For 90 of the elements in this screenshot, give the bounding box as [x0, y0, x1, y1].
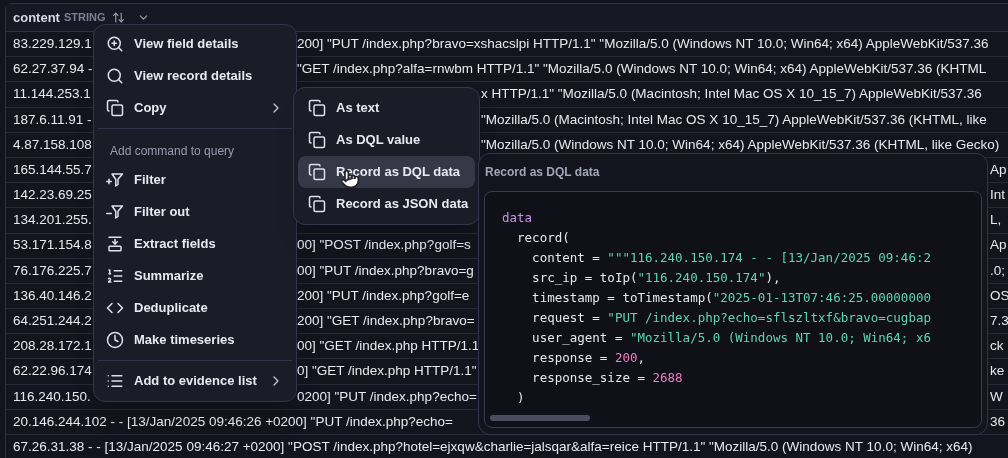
table-cell-text: ck — [990, 338, 1004, 354]
table-cell-text: 53.171.154.8 — [13, 237, 92, 253]
sort-icon[interactable] — [111, 11, 125, 24]
table-cell-text: x HTTP/1.1" "Mozilla/5.0 (Macintosh; Intel Mac OS X 10_15_7) AppleWebKit/537.36 — [481, 86, 982, 102]
table-cell-text: 67.26.31.38 - - [13/Jan/2025 09:46:27 +0200] "POST /index.php?hotel=ejxqw&charlie=jalsqar&alfa=reice HTTP/1.1" "Mozilla/5.0 (Windows NT 10.0; Win64; x64) — [13, 438, 973, 454]
code-token: 2688 — [652, 370, 683, 385]
code-token: 200 — [614, 350, 638, 365]
menu-item[interactable]: Filter — [94, 164, 296, 196]
table-cell-text: "Mozilla/5.0 (Windows NT 10.0; Win64; x64) AppleWebKit/537.36 (KHTML, like Gecko) — [481, 136, 1000, 152]
copy-icon — [308, 163, 326, 181]
table-cell-text: 200] "PUT /index.php?bravo=xshacslpi HTTP/1.1" "Mozilla/5.0 (Windows NT 10.0; Win64; x64) AppleWebKit/537.36 — [297, 35, 989, 51]
table-cell-text: "Mozilla/5.0 (Macintosh; Intel Mac OS X 10_15_7) AppleWebKit/537.36 (KHTML, like — [481, 111, 987, 127]
table-cell-text: 64.251.244.2 — [13, 313, 92, 329]
table-cell-text: 200] "PUT /index.php?golf=e — [297, 287, 470, 303]
code-token: , — [637, 350, 645, 365]
table-cell-text: 208.28.172.1 — [13, 338, 92, 354]
code-token: "PUT /index.php?echo=sflszltxf&bravo=cugbap — [607, 310, 931, 325]
table-cell-text: 00] "POST /index.php?golf=s — [297, 237, 471, 253]
menu-item[interactable]: Summarize — [94, 260, 296, 292]
menu-item[interactable]: Record as JSON data — [298, 188, 475, 220]
code-token: "Mozilla/5.0 (Windows NT 10.0; Win64; x6 — [629, 330, 931, 345]
clock-icon — [106, 331, 124, 349]
table-cell-text: 0] "GET /index.php HTTP/1.1" — [297, 363, 477, 379]
extract-icon — [106, 235, 124, 253]
code-token: "116.240.150.174" — [637, 270, 766, 285]
table-cell-text: Ap — [990, 237, 1007, 253]
code-token: request = — [531, 310, 601, 325]
table-cell-text: L, — [990, 212, 1002, 228]
table-cell-text: 142.23.69.25 — [13, 187, 92, 203]
table-cell-text: "GET /index.php?alfa=rnwbm HTTP/1.1" "Mozilla/5.0 (Windows NT 10.0; Win64; x64) AppleWebKit/537.36 (KHTML — [297, 61, 987, 77]
menu-item[interactable]: Deduplicate — [94, 292, 296, 324]
copy-icon — [308, 195, 326, 213]
filter-plus-icon — [106, 171, 124, 189]
code-token: data — [502, 210, 533, 225]
table-cell-text: 00] "PUT /index.php?bravo=g — [297, 262, 474, 278]
table-cell-text: 7.3 — [990, 313, 1008, 329]
code-token: response_size = — [531, 370, 646, 385]
menu-item[interactable]: Make timeseries — [94, 324, 296, 356]
code-token: user_agent = — [531, 330, 624, 345]
table-cell-text: 20.146.244.102 - - [13/Jan/2025 09:46:26 +0200] "PUT /index.php?echo= — [13, 413, 453, 429]
table-cell-text: 116.240.150. — [13, 388, 91, 404]
code-token: timestamp = toTimestamp( — [531, 290, 713, 305]
table-cell-text: 36 — [990, 413, 1006, 429]
zoom-in-icon — [106, 35, 124, 53]
table-cell-text: ke — [990, 363, 1005, 379]
copy-icon — [106, 99, 124, 117]
code-token: "2025-01-13T07:46:25.00000000 — [712, 290, 931, 305]
table-cell-text: Int — [990, 187, 1005, 203]
table-cell-text: 187.6.11.91 - — [13, 111, 92, 127]
menu-item[interactable]: As DQL value — [298, 124, 475, 156]
table-cell-text: 136.40.146.2 — [13, 287, 92, 303]
code-token: ) — [516, 390, 525, 405]
code-token: ), — [765, 270, 781, 285]
list-icon — [106, 372, 124, 390]
table-cell-text: Ap — [990, 161, 1007, 177]
search-icon — [106, 67, 124, 85]
preview-title: Record as DQL data — [485, 164, 600, 181]
table-cell-text: 11.144.253.1 — [13, 86, 91, 102]
table-cell-text: 00] "GET /index.php HTTP/1.1 — [297, 338, 480, 354]
code-token: record( — [516, 230, 570, 245]
code-token: """116.240.150.174 - - [13/Jan/2025 09:46:2 — [607, 250, 931, 265]
table-cell-text: 200] "GET /index.php?bravo= — [297, 313, 475, 329]
code-token: response = — [531, 350, 609, 365]
code-token: content = — [531, 250, 601, 265]
filter-minus-icon — [106, 203, 124, 221]
table-cell-text: 165.144.55.7 — [13, 161, 92, 177]
menu-item[interactable]: Filter out — [94, 196, 296, 228]
menu-item[interactable]: Add to evidence list — [94, 365, 296, 397]
menu-item[interactable]: As text — [298, 92, 475, 124]
column-type: STRING — [63, 10, 106, 26]
scrollbar-thumb[interactable] — [490, 415, 590, 421]
table-cell-text: 134.201.255. — [13, 212, 92, 228]
table-cell-text: 76.176.225.7 — [13, 262, 92, 278]
table-cell-text: W — [990, 388, 1003, 404]
table-cell-text: 83.229.129.1 — [13, 35, 92, 51]
copy-icon — [308, 99, 326, 117]
table-cell-text: 4.87.158.108 — [13, 136, 92, 152]
table-cell-text: .0; — [990, 262, 1005, 278]
numbered-list-icon — [106, 267, 124, 285]
table-cell-text: 62.27.37.94 - — [13, 61, 93, 77]
menu-item[interactable]: Extract fields — [94, 228, 296, 260]
column-name: content — [13, 8, 60, 27]
menu-item[interactable]: Copy — [94, 92, 296, 124]
section-label: Add command to query — [110, 143, 235, 160]
copy-icon — [308, 131, 326, 149]
table-cell-text: 0200] "PUT /index.php?echo= — [297, 388, 477, 404]
menu-item[interactable]: View record details — [94, 60, 296, 92]
code-token: src_ip = toIp( — [531, 270, 638, 285]
column-header[interactable]: content STRING — [6, 4, 1008, 32]
table-cell-text: 62.22.96.174 — [13, 363, 92, 379]
